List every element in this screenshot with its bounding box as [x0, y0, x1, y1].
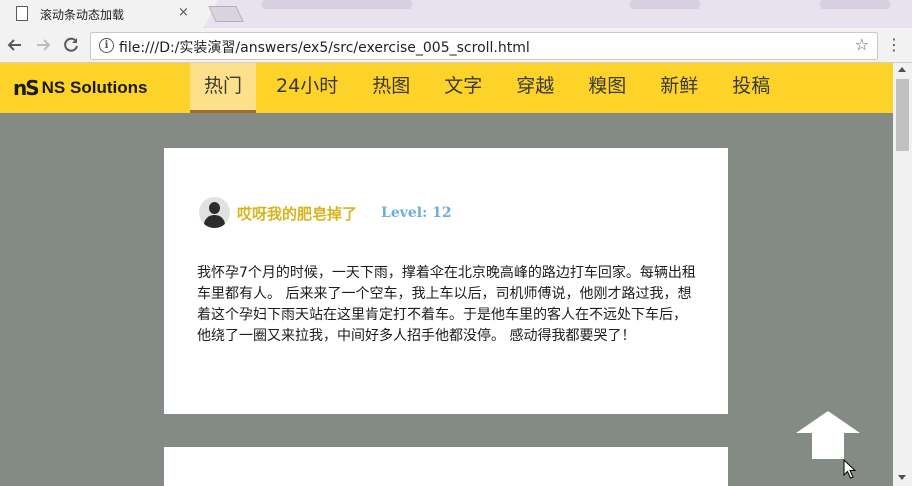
logo-mark: nS — [13, 76, 40, 100]
browser-tab-strip: 滚动条动态加载 × — [0, 0, 912, 28]
main-nav: 热门 24小时 热图 文字 穿越 糗图 新鲜 投稿 — [190, 63, 790, 113]
forward-arrow-icon[interactable] — [32, 34, 54, 56]
logo-text: NS Solutions — [41, 78, 148, 97]
star-icon[interactable]: ☆ — [855, 35, 869, 54]
info-icon[interactable]: i — [99, 38, 114, 53]
page-scrollbar[interactable] — [893, 63, 912, 486]
nav-item-crossover[interactable]: 穿越 — [502, 63, 568, 113]
scroll-down-icon[interactable] — [898, 475, 906, 480]
nav-item-hot-images[interactable]: 热图 — [358, 63, 424, 113]
nav-item-funny-images[interactable]: 糗图 — [574, 63, 640, 113]
back-to-top-button[interactable] — [796, 411, 860, 461]
scroll-thumb[interactable] — [896, 79, 909, 151]
nav-item-text[interactable]: 文字 — [430, 63, 496, 113]
back-arrow-icon[interactable] — [4, 34, 26, 56]
user-level: Level: 12 — [381, 205, 452, 221]
address-bar[interactable]: i file:///D:/实装演習/answers/ex5/src/exerci… — [90, 32, 878, 60]
blurred-bookmark — [630, 0, 700, 9]
reload-icon[interactable] — [60, 34, 82, 56]
avatar-head — [209, 202, 220, 214]
post-username[interactable]: 哎呀我的肥皂掉了 — [237, 203, 357, 224]
nav-item-fresh[interactable]: 新鲜 — [646, 63, 712, 113]
nav-item-submit[interactable]: 投稿 — [718, 63, 784, 113]
post-card: 哎呀我的肥皂掉了 Level: 12 我怀孕7个月的时候，一天下雨，撑着伞在北京… — [164, 148, 728, 414]
url-text[interactable]: file:///D:/实装演習/answers/ex5/src/exercise… — [119, 37, 530, 57]
scroll-up-icon[interactable] — [898, 67, 906, 72]
nav-item-hot[interactable]: 热门 — [190, 63, 257, 113]
blurred-bookmark — [262, 0, 412, 9]
browser-tab[interactable]: 滚动条动态加载 × — [0, 0, 218, 28]
browser-toolbar: i file:///D:/实装演習/answers/ex5/src/exerci… — [0, 28, 912, 63]
avatar[interactable] — [199, 197, 230, 228]
avatar-body — [204, 215, 225, 228]
site-logo[interactable]: nS NS Solutions — [13, 71, 147, 105]
tab-close-icon[interactable]: × — [178, 5, 189, 20]
nav-item-24h[interactable]: 24小时 — [262, 63, 352, 113]
document-icon — [16, 6, 28, 21]
menu-dots-icon[interactable]: ⋮ — [884, 34, 904, 56]
post-card — [164, 447, 728, 486]
blurred-bookmark — [820, 0, 890, 9]
up-arrow-icon — [796, 411, 860, 459]
mouse-cursor-icon — [843, 459, 857, 479]
post-content: 我怀孕7个月的时候，一天下雨，撑着伞在北京晚高峰的路边打车回家。每辆出租车里都有… — [197, 265, 696, 344]
site-header: nS NS Solutions 热门 24小时 热图 文字 穿越 糗图 新鲜 投… — [0, 63, 893, 113]
tab-title: 滚动条动态加载 — [40, 8, 125, 22]
